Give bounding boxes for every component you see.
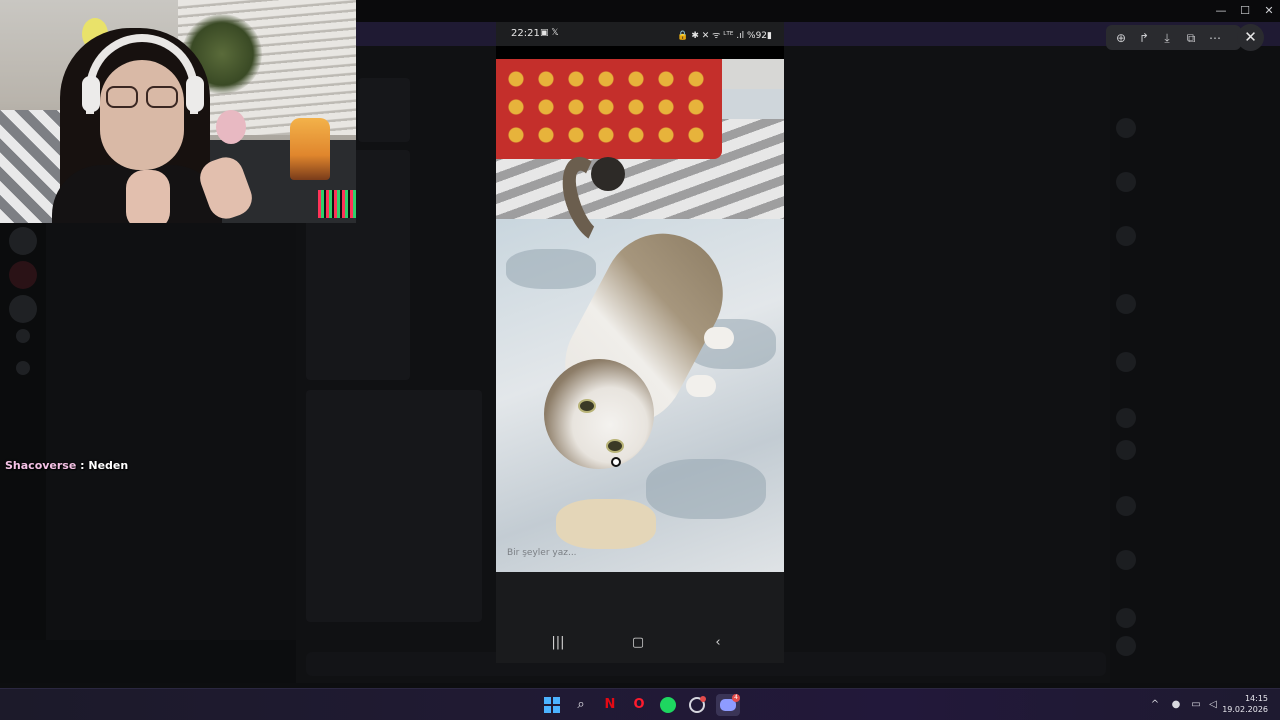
back-icon[interactable]: ‹	[710, 635, 726, 651]
opera-taskbar-app[interactable]: O	[627, 694, 651, 716]
activity-card[interactable]	[1116, 226, 1276, 248]
photo-blanket-fold	[506, 249, 596, 289]
phone-navigation-bar: ||| ▢ ‹	[496, 622, 784, 663]
add-server-icon[interactable]	[16, 329, 30, 343]
taskbar: ⌕ N O 4 ^ ● ▭ ◁ 14:15 19.02.2026	[0, 688, 1280, 720]
opera-icon: O	[633, 697, 645, 712]
image-viewer-phone-screenshot[interactable]: 22:21 ▣ 𝕏 🔒 ✱ ✕ ᯤ ᴸᵀᴱ .ıl %92▮ Bir şeyle…	[496, 22, 784, 663]
member-list	[1110, 46, 1280, 683]
minimize-button[interactable]: —	[1208, 2, 1234, 20]
volume-icon[interactable]: ◁	[1206, 698, 1220, 712]
webcam-figure	[290, 118, 330, 180]
member-item[interactable]	[1116, 352, 1276, 374]
member-item[interactable]	[1116, 636, 1276, 658]
maximize-button[interactable]: ☐	[1232, 2, 1258, 20]
phone-notification-icons: ▣ 𝕏	[540, 28, 559, 38]
server-icon[interactable]	[9, 261, 37, 289]
chat-media[interactable]	[358, 78, 410, 142]
photo-blanket-fold	[646, 459, 766, 519]
discord-unread-badge: 4	[732, 694, 740, 702]
phone-clock: 22:21	[511, 28, 540, 39]
taskbar-clock[interactable]: 14:15 19.02.2026	[1222, 694, 1268, 714]
zoom-icon[interactable]: ⊕	[1112, 29, 1130, 47]
network-icon[interactable]: ▭	[1189, 698, 1203, 712]
member-item[interactable]	[1116, 496, 1276, 518]
server-icon[interactable]	[9, 227, 37, 255]
image-viewer-toolbar: ⊕ ↱ ⤓ ⧉ ⋯	[1106, 25, 1241, 50]
member-item[interactable]	[1116, 608, 1276, 630]
member-item[interactable]	[1116, 550, 1276, 572]
forward-icon[interactable]: ↱	[1135, 29, 1153, 47]
activity-card[interactable]	[1116, 118, 1276, 140]
member-item[interactable]	[1116, 440, 1276, 462]
open-external-icon[interactable]: ⧉	[1182, 29, 1200, 47]
chat-text: Neden	[88, 459, 129, 472]
start-button[interactable]	[540, 694, 564, 716]
webcam-headphone-cup	[82, 76, 100, 112]
spotify-taskbar-app[interactable]	[656, 694, 680, 716]
photo-cat-paw	[686, 375, 716, 397]
search-button[interactable]: ⌕	[569, 694, 593, 716]
member-item[interactable]	[1116, 408, 1276, 430]
discord-taskbar-app[interactable]: 4	[716, 694, 740, 716]
server-icon[interactable]	[9, 295, 37, 323]
phone-status-icons: 🔒 ✱ ✕ ᯤ ᴸᵀᴱ .ıl %92▮	[677, 31, 772, 41]
caption-input[interactable]: Bir şeyler yaz...	[507, 548, 577, 558]
user-panel	[0, 640, 296, 683]
window-close-button[interactable]: ✕	[1256, 2, 1280, 20]
phone-status-bar: 22:21 ▣ 𝕏 🔒 ✱ ✕ ᯤ ᴸᵀᴱ .ıl %92▮	[496, 22, 784, 46]
steam-taskbar-app[interactable]	[685, 694, 709, 716]
search-icon: ⌕	[577, 697, 585, 712]
photo-cat-paw	[704, 327, 734, 349]
clock-date: 19.02.2026	[1222, 705, 1268, 714]
webcam-rgb-light	[318, 190, 356, 218]
tray-overflow-icon[interactable]: ^	[1148, 698, 1162, 712]
zoom-cursor-icon	[611, 457, 621, 467]
photo-cat-eye	[578, 399, 596, 413]
stream-chat-message: Shacoverse : Neden	[5, 459, 128, 472]
activity-card[interactable]	[1116, 172, 1276, 194]
windows-icon	[544, 697, 560, 713]
member-item[interactable]	[1116, 294, 1276, 316]
photo-cat-tail-tip	[591, 157, 625, 191]
webcam-headphone-cup	[186, 76, 204, 112]
chat-media[interactable]	[306, 390, 482, 622]
cat-photo[interactable]	[496, 59, 784, 572]
close-viewer-button[interactable]: ✕	[1237, 24, 1264, 51]
photo-pillow-back	[722, 59, 784, 89]
chat-username: Shacoverse	[5, 459, 77, 472]
phone-top-bar	[496, 46, 784, 59]
spotify-icon	[660, 697, 676, 713]
server-list	[0, 223, 46, 683]
photo-cat-eye	[606, 439, 624, 453]
clock-time: 14:15	[1244, 694, 1268, 703]
photo-cat-head	[544, 359, 654, 469]
home-icon[interactable]: ▢	[630, 635, 646, 651]
photo-toy	[556, 499, 656, 549]
channel-list	[46, 223, 296, 683]
screen: — ☐ ✕ Shacoverse: Neden 22:21 ▣ 𝕏 🔒 ✱ ✕…	[0, 0, 1280, 720]
explore-icon[interactable]	[16, 361, 30, 375]
netflix-taskbar-app[interactable]: N	[598, 694, 622, 716]
photo-pillow	[496, 59, 722, 159]
recent-apps-icon[interactable]: |||	[550, 635, 566, 651]
microphone-icon[interactable]: ●	[1169, 698, 1183, 712]
more-options-icon[interactable]: ⋯	[1206, 29, 1224, 47]
webcam-plush	[216, 110, 246, 144]
chat-separator: :	[76, 459, 89, 472]
download-icon[interactable]: ⤓	[1158, 29, 1176, 47]
webcam-hand	[126, 170, 170, 223]
webcam-feed	[0, 0, 356, 223]
netflix-icon: N	[604, 697, 616, 712]
